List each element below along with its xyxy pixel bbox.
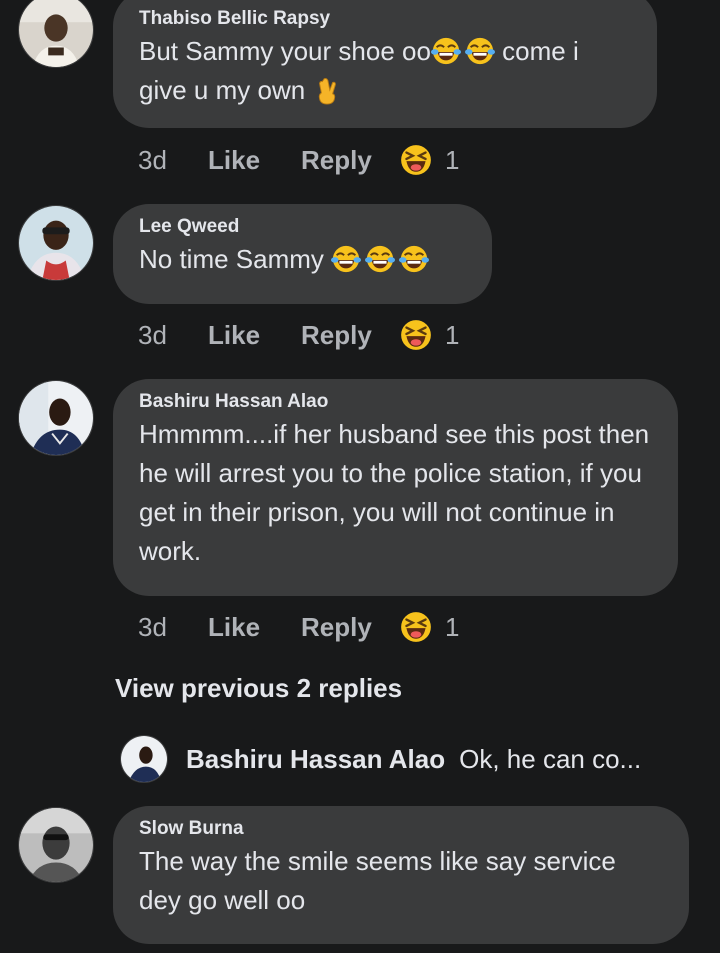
- comment-text: But Sammy your shoe oo come i give u my o…: [139, 36, 579, 105]
- reply-button[interactable]: Reply: [301, 145, 399, 176]
- comment-author[interactable]: Slow Burna: [139, 816, 663, 842]
- like-button[interactable]: Like: [208, 145, 301, 176]
- comment-timestamp[interactable]: 3d: [138, 320, 208, 351]
- comment-author[interactable]: Thabiso Bellic Rapsy: [139, 6, 631, 32]
- comment-author[interactable]: Lee Qweed: [139, 214, 466, 240]
- face-with-tears-of-joy-icon: [465, 36, 495, 66]
- comment-bubble: Thabiso Bellic Rapsy But Sammy your shoe…: [113, 0, 657, 128]
- comment-text: The way the smile seems like say service…: [139, 846, 616, 915]
- face-with-tears-of-joy-icon: [331, 244, 361, 274]
- face-with-tears-of-joy-icon: [365, 244, 395, 274]
- crossed-fingers-icon: [312, 75, 342, 105]
- comment-author[interactable]: Bashiru Hassan Alao: [139, 389, 652, 415]
- haha-reaction-icon[interactable]: [399, 143, 433, 177]
- comment-timestamp[interactable]: 3d: [138, 612, 208, 643]
- reply-text: Ok, he can co...: [459, 743, 642, 774]
- comment-actions: 3d Like Reply 1: [138, 317, 459, 353]
- reaction-count[interactable]: 1: [445, 612, 459, 643]
- comment-actions: 3d Like Reply 1: [138, 142, 459, 178]
- comment-bubble: Lee Qweed No time Sammy: [113, 204, 492, 304]
- comment-bubble: Slow Burna The way the smile seems like …: [113, 806, 689, 944]
- comment-bubble: Bashiru Hassan Alao Hmmmm....if her husb…: [113, 379, 678, 596]
- avatar[interactable]: [18, 380, 94, 456]
- comment-text: Hmmmm....if her husband see this post th…: [139, 419, 650, 566]
- comment-actions: 3d Like Reply 1: [138, 609, 459, 645]
- avatar[interactable]: [18, 0, 94, 68]
- like-button[interactable]: Like: [208, 612, 301, 643]
- like-button[interactable]: Like: [208, 320, 301, 351]
- reaction-count[interactable]: 1: [445, 320, 459, 351]
- comment-timestamp[interactable]: 3d: [138, 145, 208, 176]
- haha-reaction-icon[interactable]: [399, 318, 433, 352]
- avatar[interactable]: [120, 735, 168, 783]
- avatar[interactable]: [18, 807, 94, 883]
- avatar[interactable]: [18, 205, 94, 281]
- face-with-tears-of-joy-icon: [399, 244, 429, 274]
- view-previous-replies-link[interactable]: View previous 2 replies: [115, 673, 402, 704]
- reaction-count[interactable]: 1: [445, 145, 459, 176]
- reply-author[interactable]: Bashiru Hassan Alao: [186, 744, 445, 775]
- haha-reaction-icon[interactable]: [399, 610, 433, 644]
- reply-preview[interactable]: Bashiru Hassan Alao Ok, he can co...: [120, 735, 641, 783]
- comment-text: No time Sammy: [139, 240, 466, 279]
- face-with-tears-of-joy-icon: [431, 36, 461, 66]
- reply-button[interactable]: Reply: [301, 320, 399, 351]
- comments-thread: Thabiso Bellic Rapsy But Sammy your shoe…: [0, 0, 720, 953]
- reply-button[interactable]: Reply: [301, 612, 399, 643]
